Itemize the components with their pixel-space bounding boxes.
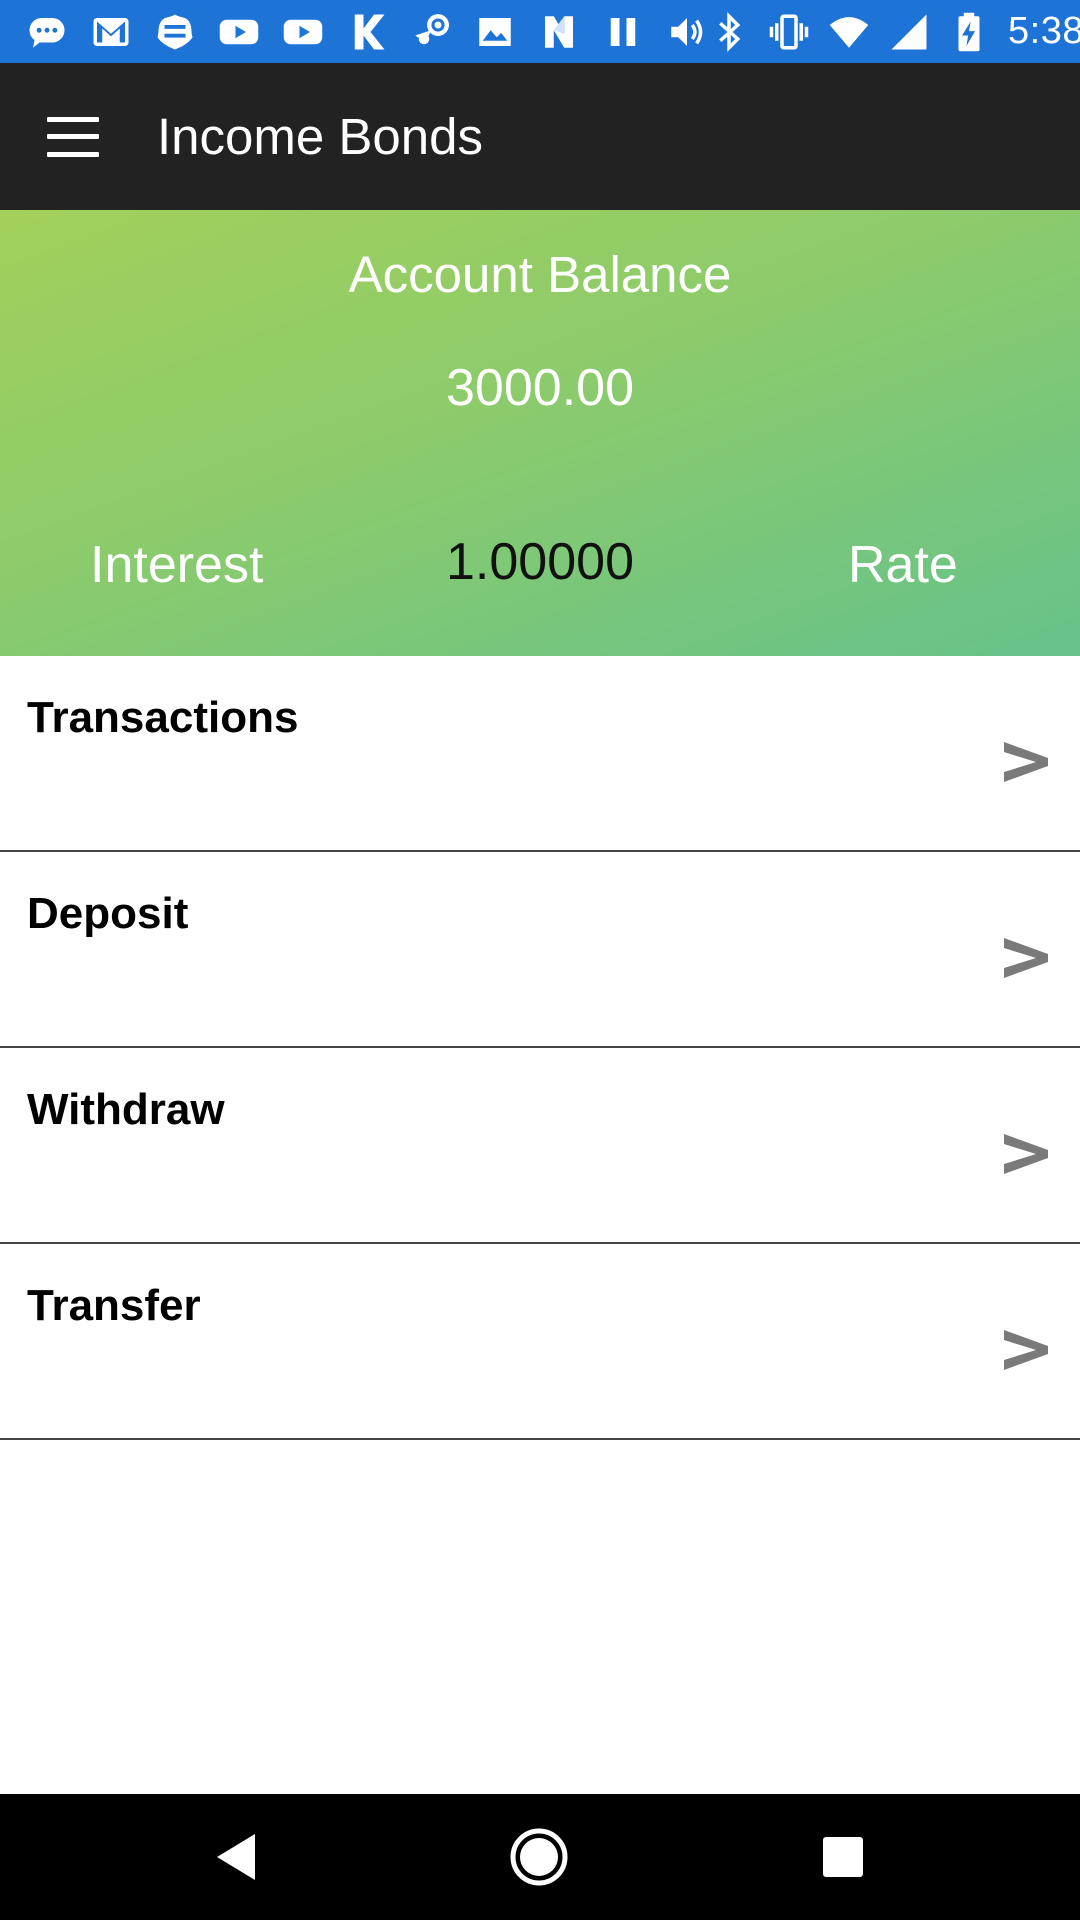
list-item-deposit[interactable]: Deposit <box>0 852 1080 1048</box>
app-bar: Income Bonds <box>0 63 1080 210</box>
back-button[interactable] <box>201 1821 273 1893</box>
bluetooth-icon <box>708 11 750 53</box>
list-item-label: Withdraw <box>27 1085 225 1134</box>
action-list: Transactions Deposit Withdraw Transfer <box>0 656 1080 1440</box>
status-time: 5:38 <box>1008 10 1080 52</box>
list-item-label: Transfer <box>27 1281 201 1330</box>
account-balance-label: Account Balance <box>348 246 732 303</box>
account-balance-value: 3000.00 <box>446 359 634 417</box>
navigation-bar <box>0 1794 1080 1920</box>
list-item-withdraw[interactable]: Withdraw <box>0 1048 1080 1244</box>
list-item-label: Deposit <box>27 889 189 938</box>
hamburger-menu-icon[interactable] <box>47 116 99 157</box>
recent-apps-button[interactable] <box>807 1821 879 1893</box>
battery-charging-icon <box>948 11 990 53</box>
wifi-icon <box>828 11 870 53</box>
list-item-label: Transactions <box>27 693 299 742</box>
balance-panel: Account Balance 3000.00 Interest 1.00000… <box>0 210 1080 656</box>
notification-icons <box>0 0 708 63</box>
webtoon-icon <box>154 11 196 53</box>
k-app-icon <box>346 11 388 53</box>
youtube-icon <box>282 11 324 53</box>
signal-icon <box>888 11 930 53</box>
volume-icon <box>666 11 708 53</box>
rate-label: Rate <box>848 536 958 594</box>
system-icons: 5:38 <box>708 0 1080 63</box>
chevron-right-icon <box>1002 930 1050 986</box>
steam-icon <box>410 11 452 53</box>
gmail-icon <box>90 11 132 53</box>
list-item-transfer[interactable]: Transfer <box>0 1244 1080 1440</box>
chevron-right-icon <box>1002 734 1050 790</box>
pause-icon <box>602 11 644 53</box>
home-button[interactable] <box>503 1821 575 1893</box>
gallery-icon <box>474 11 516 53</box>
vibrate-icon <box>768 11 810 53</box>
chevron-right-icon <box>1002 1126 1050 1182</box>
screen: 5:38 Income Bonds Account Balance 3000.0… <box>0 0 1080 1920</box>
nfc-icon <box>538 11 580 53</box>
youtube-icon <box>218 11 260 53</box>
page-title: Income Bonds <box>157 108 484 165</box>
status-bar: 5:38 <box>0 0 1080 63</box>
messages-icon <box>26 11 68 53</box>
list-item-transactions[interactable]: Transactions <box>0 656 1080 852</box>
chevron-right-icon <box>1002 1322 1050 1378</box>
